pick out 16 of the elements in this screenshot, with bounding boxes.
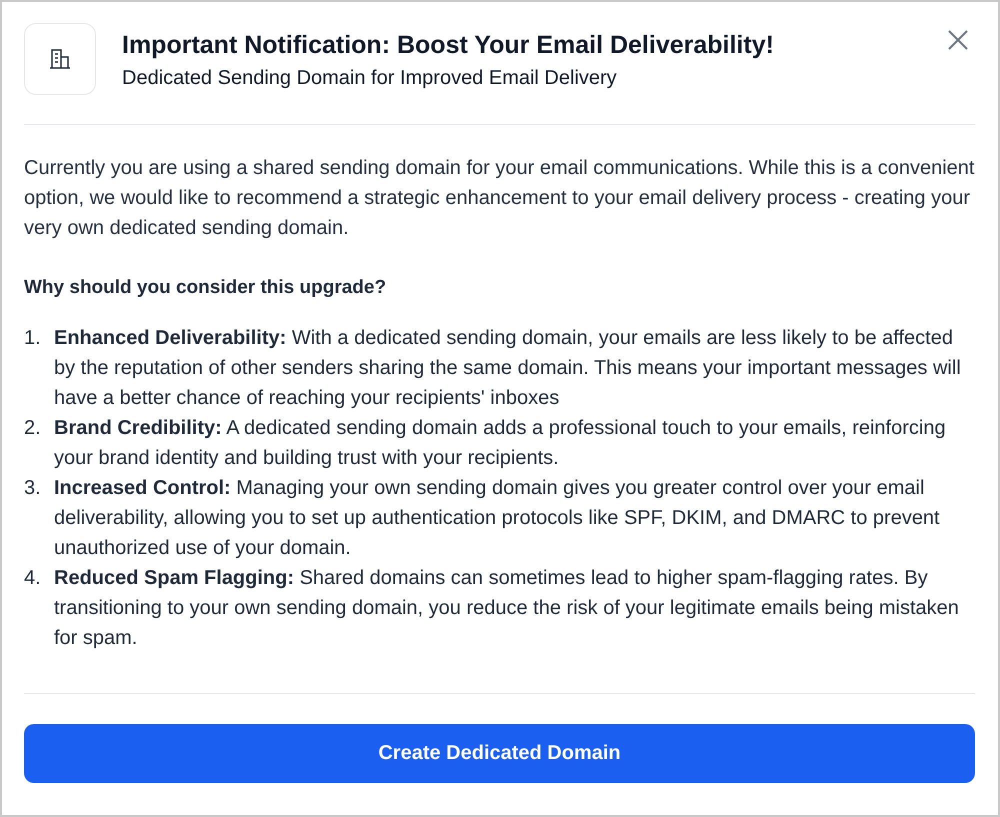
create-domain-button[interactable]: Create Dedicated Domain xyxy=(24,724,975,783)
close-icon xyxy=(947,29,969,51)
list-item-text: Enhanced Deliverability: With a dedicated sending domain, your emails are less likely to be affected by the reputation of other senders sharing the same domain. This means your important messages will have a better chance of reaching your recipients' inboxes xyxy=(54,326,962,411)
list-number: 2. xyxy=(24,416,42,441)
dialog-title: Important Notification: Boost Your Email Deliverability! xyxy=(122,30,775,61)
list-number: 3. xyxy=(24,476,42,501)
list-item-text: Reduced Spam Flagging: Shared domains can sometimes lead to higher spam-flagging rates. By transitioning to your own sending domain, you reduce the risk of your legitimate emails being mistaken for spam. xyxy=(54,566,960,651)
section-heading: Why should you consider this upgrade? xyxy=(24,276,388,300)
list-item-text: Brand Credibility: A dedicated sending domain adds a professional touch to your emails, reinforcing your brand identity and building trust with your recipients. xyxy=(54,416,947,471)
intro-paragraph: Currently you are using a shared sending domain for your email communications. While this is a convenient option, we would like to recommend a strategic enhancement to your email delivery process - creating your very own dedicated sending domain. xyxy=(24,156,975,241)
list-item-text: Increased Control: Managing your own sending domain gives you greater control over your email deliverability, allowing you to set up authentication protocols like SPF, DKIM, and DMARC to prevent unauthorized use of your domain. xyxy=(54,476,941,561)
dialog-subtitle: Dedicated Sending Domain for Improved Email Delivery xyxy=(122,66,618,91)
list-number: 4. xyxy=(24,566,42,591)
list-number: 1. xyxy=(24,326,42,351)
building-icon xyxy=(49,48,71,70)
close-button[interactable] xyxy=(947,29,969,51)
